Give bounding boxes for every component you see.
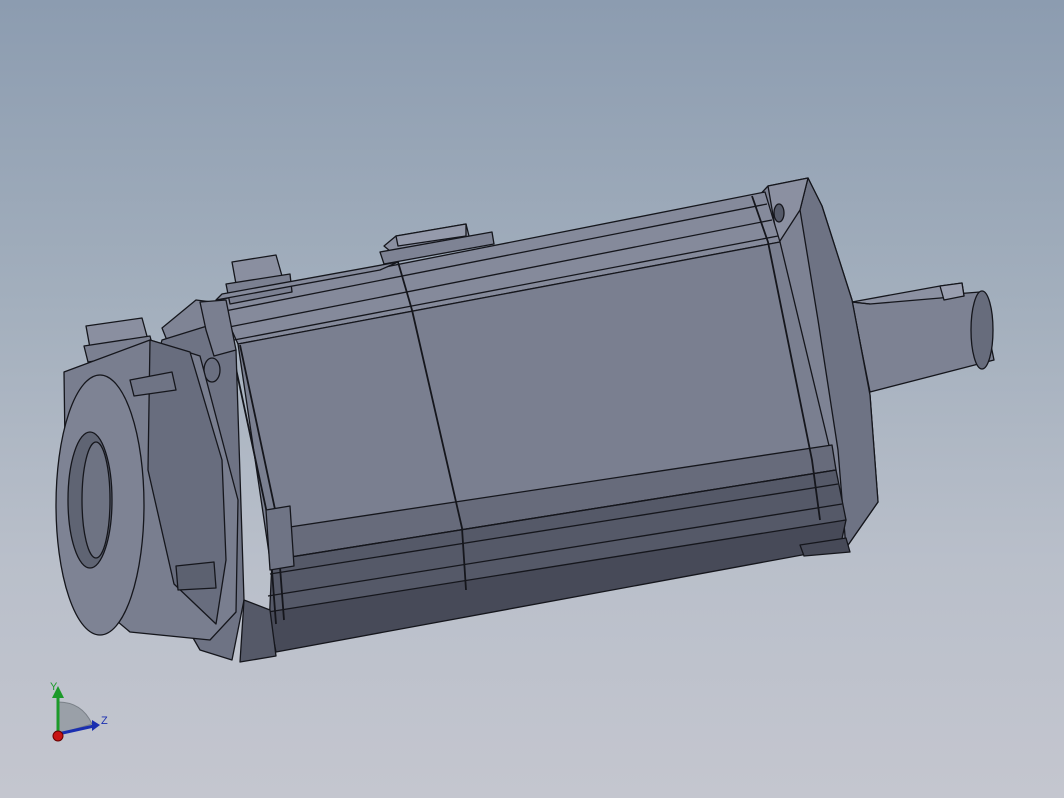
y-axis-label: Y: [50, 681, 58, 693]
z-axis-label: Z: [101, 715, 108, 727]
x-axis-dot: [52, 730, 64, 742]
z-axis-arrow: [92, 720, 100, 731]
servo-motor-model[interactable]: [0, 0, 1064, 798]
output-shaft[interactable]: [851, 282, 995, 393]
graphics-viewport[interactable]: Y Z: [0, 0, 1064, 798]
orientation-triad[interactable]: Y Z: [40, 672, 120, 752]
